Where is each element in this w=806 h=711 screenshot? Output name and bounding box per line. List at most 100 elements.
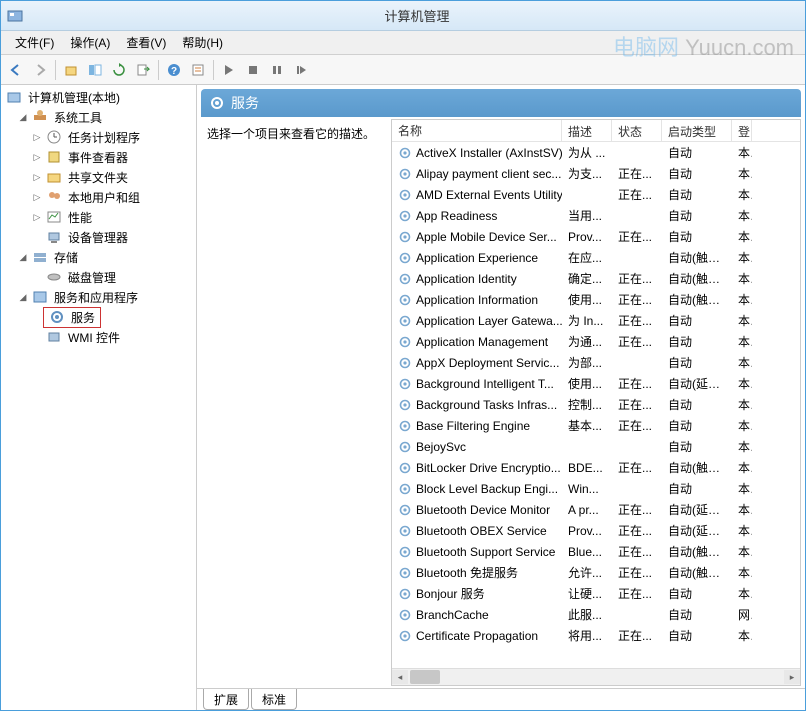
service-row[interactable]: Block Level Backup Engi...Win...自动本 xyxy=(392,478,800,499)
service-row[interactable]: Application Layer Gatewa...为 In...正在...自… xyxy=(392,310,800,331)
collapse-icon[interactable]: ◢ xyxy=(17,251,29,263)
service-startup: 自动 xyxy=(662,438,732,455)
menu-help[interactable]: 帮助(H) xyxy=(176,32,229,53)
service-name: BranchCache xyxy=(392,608,562,622)
service-row[interactable]: Application Management为通...正在...自动本 xyxy=(392,331,800,352)
service-startup: 自动(触发... xyxy=(662,543,732,560)
service-logon: 本 xyxy=(732,186,752,203)
service-logon: 本 xyxy=(732,459,752,476)
service-name: Certificate Propagation xyxy=(392,629,562,643)
service-row[interactable]: AMD External Events Utility正在...自动本 xyxy=(392,184,800,205)
service-row[interactable]: Bonjour 服务让硬...正在...自动本 xyxy=(392,583,800,604)
pause-button[interactable] xyxy=(266,59,288,81)
collapse-icon[interactable]: ◢ xyxy=(17,291,29,303)
service-name: AMD External Events Utility xyxy=(392,188,562,202)
service-logon: 本 xyxy=(732,333,752,350)
forward-button[interactable] xyxy=(29,59,51,81)
service-logon: 本 xyxy=(732,207,752,224)
service-row[interactable]: Certificate Propagation将用...正在...自动本 xyxy=(392,625,800,646)
service-status: 正在... xyxy=(612,291,662,308)
tree-services[interactable]: 服务 xyxy=(3,307,194,327)
horizontal-scrollbar[interactable]: ◂ ▸ xyxy=(392,668,800,685)
play-button[interactable] xyxy=(218,59,240,81)
gear-icon xyxy=(398,482,412,496)
service-row[interactable]: Bluetooth Device MonitorA pr...正在...自动(延… xyxy=(392,499,800,520)
gear-icon xyxy=(398,146,412,160)
expand-icon[interactable]: ▷ xyxy=(31,131,43,143)
collapse-icon[interactable]: ◢ xyxy=(17,111,29,123)
tree-services-apps[interactable]: ◢ 服务和应用程序 xyxy=(3,287,194,307)
back-button[interactable] xyxy=(5,59,27,81)
service-startup: 自动(触发... xyxy=(662,564,732,581)
scroll-thumb[interactable] xyxy=(410,670,440,684)
service-row[interactable]: Bluetooth 免提服务允许...正在...自动(触发...本 xyxy=(392,562,800,583)
tree-system-tools[interactable]: ◢ 系统工具 xyxy=(3,107,194,127)
service-row[interactable]: BitLocker Drive Encryptio...BDE...正在...自… xyxy=(392,457,800,478)
toolbar: ? xyxy=(1,55,805,85)
service-row[interactable]: Application Identity确定...正在...自动(触发...本 xyxy=(392,268,800,289)
tree-performance[interactable]: ▷ 性能 xyxy=(3,207,194,227)
col-status[interactable]: 状态 xyxy=(612,120,662,141)
col-name[interactable]: 名称 xyxy=(392,120,562,141)
col-startup[interactable]: 启动类型 xyxy=(662,120,732,141)
tree-storage[interactable]: ◢ 存储 xyxy=(3,247,194,267)
service-row[interactable]: App Readiness当用...自动本 xyxy=(392,205,800,226)
col-desc[interactable]: 描述 xyxy=(562,120,612,141)
tree-event-viewer[interactable]: ▷ 事件查看器 xyxy=(3,147,194,167)
service-logon: 本 xyxy=(732,354,752,371)
properties-button[interactable] xyxy=(187,59,209,81)
service-startup: 自动 xyxy=(662,228,732,245)
expand-icon[interactable]: ▷ xyxy=(31,171,43,183)
stop-button[interactable] xyxy=(242,59,264,81)
expand-icon[interactable]: ▷ xyxy=(31,191,43,203)
expand-icon[interactable]: ▷ xyxy=(31,151,43,163)
scroll-left-icon[interactable]: ◂ xyxy=(392,670,408,684)
tree-wmi[interactable]: WMI 控件 xyxy=(3,327,194,347)
tree-shared-folders[interactable]: ▷ 共享文件夹 xyxy=(3,167,194,187)
gear-icon xyxy=(398,167,412,181)
service-row[interactable]: BejoySvc自动本 xyxy=(392,436,800,457)
tree-root[interactable]: 计算机管理(本地) xyxy=(3,87,194,107)
service-row[interactable]: Background Intelligent T...使用...正在...自动(… xyxy=(392,373,800,394)
service-row[interactable]: Base Filtering Engine基本...正在...自动本 xyxy=(392,415,800,436)
gear-icon xyxy=(398,377,412,391)
service-name: Application Information xyxy=(392,293,562,307)
expand-icon[interactable]: ▷ xyxy=(31,211,43,223)
tree-local-users[interactable]: ▷ 本地用户和组 xyxy=(3,187,194,207)
col-logon[interactable]: 登 xyxy=(732,120,752,141)
service-row[interactable]: BranchCache此服...自动网 xyxy=(392,604,800,625)
tab-extended[interactable]: 扩展 xyxy=(203,689,249,710)
service-logon: 本 xyxy=(732,585,752,602)
service-logon: 本 xyxy=(732,543,752,560)
refresh-button[interactable] xyxy=(108,59,130,81)
scroll-right-icon[interactable]: ▸ xyxy=(784,670,800,684)
help-button[interactable]: ? xyxy=(163,59,185,81)
gear-icon xyxy=(398,566,412,580)
service-row[interactable]: Application Experience在应...自动(触发...本 xyxy=(392,247,800,268)
service-startup: 自动 xyxy=(662,312,732,329)
service-row[interactable]: ActiveX Installer (AxInstSV)为从 ...自动本 xyxy=(392,142,800,163)
service-name: BitLocker Drive Encryptio... xyxy=(392,461,562,475)
menu-action[interactable]: 操作(A) xyxy=(64,32,116,53)
service-row[interactable]: AppX Deployment Servic...为部...自动本 xyxy=(392,352,800,373)
service-logon: 本 xyxy=(732,144,752,161)
service-row[interactable]: Bluetooth Support ServiceBlue...正在...自动(… xyxy=(392,541,800,562)
tree-disk-mgmt[interactable]: 磁盘管理 xyxy=(3,267,194,287)
service-logon: 本 xyxy=(732,522,752,539)
menu-file[interactable]: 文件(F) xyxy=(9,32,60,53)
service-row[interactable]: Bluetooth OBEX ServiceProv...正在...自动(延迟.… xyxy=(392,520,800,541)
service-row[interactable]: Application Information使用...正在...自动(触发..… xyxy=(392,289,800,310)
service-row[interactable]: Apple Mobile Device Ser...Prov...正在...自动… xyxy=(392,226,800,247)
service-row[interactable]: Background Tasks Infras...控制...正在...自动本 xyxy=(392,394,800,415)
up-button[interactable] xyxy=(60,59,82,81)
tab-standard[interactable]: 标准 xyxy=(251,689,297,710)
tree-device-mgr[interactable]: 设备管理器 xyxy=(3,227,194,247)
menu-view[interactable]: 查看(V) xyxy=(120,32,172,53)
gear-icon xyxy=(398,587,412,601)
service-name: Background Intelligent T... xyxy=(392,377,562,391)
export-button[interactable] xyxy=(132,59,154,81)
service-row[interactable]: Alipay payment client sec...为支...正在...自动… xyxy=(392,163,800,184)
restart-button[interactable] xyxy=(290,59,312,81)
tree-task-scheduler[interactable]: ▷ 任务计划程序 xyxy=(3,127,194,147)
show-tree-button[interactable] xyxy=(84,59,106,81)
